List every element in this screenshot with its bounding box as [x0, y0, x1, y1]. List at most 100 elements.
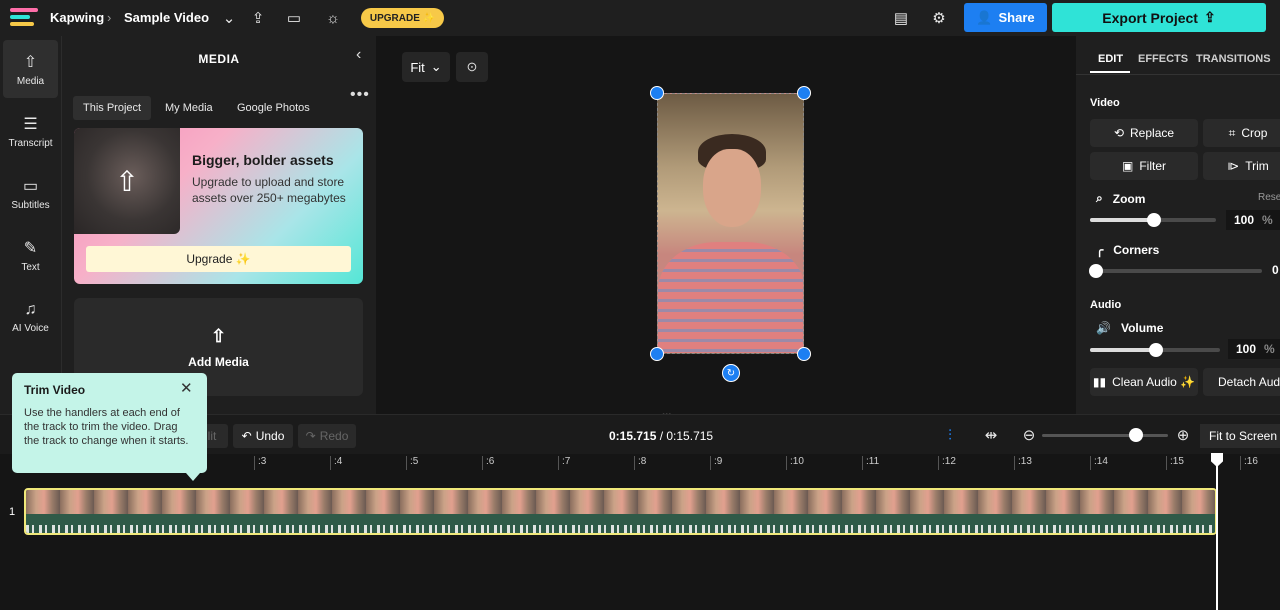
- unlock-icon[interactable]: ⊙: [456, 52, 488, 82]
- snap-icon[interactable]: ⫶: [940, 425, 960, 445]
- chevron-left-icon[interactable]: ‹: [356, 46, 361, 64]
- ruler-tick: :6: [482, 456, 494, 470]
- fit-width-icon[interactable]: ⇹: [981, 425, 1001, 445]
- tab-edit[interactable]: EDIT: [1098, 53, 1123, 65]
- corners-value[interactable]: 0: [1272, 263, 1279, 277]
- zoom-out-icon[interactable]: ⊖: [1019, 425, 1039, 445]
- volume-value-field[interactable]: 100 %: [1228, 339, 1280, 359]
- lightbulb-icon[interactable]: ☼: [323, 8, 343, 28]
- zoom-slider[interactable]: [1090, 213, 1216, 227]
- active-tab-indicator: [1090, 71, 1130, 73]
- clean-audio-button[interactable]: ▮▮ Clean Audio ✨: [1090, 368, 1198, 396]
- ruler-tick: :10: [786, 456, 804, 470]
- zoom-slider-knob[interactable]: [1147, 213, 1161, 227]
- transcript-icon: ☰: [23, 115, 38, 133]
- replace-icon: ⟲: [1113, 126, 1125, 140]
- video-track-clip[interactable]: [24, 488, 1217, 535]
- corners-icon: ╭: [1096, 243, 1104, 257]
- clean-audio-label: Clean Audio ✨: [1112, 375, 1196, 389]
- share-upload-icon[interactable]: ⇪: [248, 8, 268, 28]
- project-name[interactable]: Sample Video: [124, 10, 209, 25]
- ruler-tick: :14: [1090, 456, 1108, 470]
- tab-google-photos[interactable]: Google Photos: [227, 96, 320, 120]
- rotate-handle-icon[interactable]: ↻: [722, 364, 740, 382]
- kapwing-logo-icon[interactable]: [10, 8, 38, 28]
- audio-section-label: Audio: [1090, 299, 1122, 311]
- comments-icon[interactable]: ▤: [891, 8, 911, 28]
- track-number: 1: [9, 506, 16, 518]
- upload-arrow-icon: ⇧: [115, 165, 139, 197]
- video-preview[interactable]: [657, 93, 804, 354]
- left-nav: ⇧ Media ☰ Transcript ▭ Subtitles ✎ Text …: [0, 36, 62, 414]
- more-options-icon[interactable]: •••: [350, 86, 370, 104]
- clean-audio-icon: ▮▮: [1092, 375, 1107, 389]
- tab-effects[interactable]: EFFECTS: [1138, 53, 1188, 65]
- top-bar: Kapwing › Sample Video ⌄ ⇪ ▭ ☼ UPGRADE ✨…: [0, 0, 1280, 36]
- redo-button[interactable]: ↷ Redo: [298, 424, 356, 448]
- ruler-tick: :16: [1240, 456, 1258, 470]
- detach-audio-button[interactable]: Detach Audio: [1203, 368, 1280, 396]
- timeline-zoom-knob[interactable]: [1129, 428, 1143, 442]
- resize-handle-top-right[interactable]: [797, 86, 811, 100]
- replace-button[interactable]: ⟲ Replace: [1090, 119, 1198, 147]
- upgrade-button[interactable]: UPGRADE ✨: [361, 8, 444, 28]
- caption-icon[interactable]: ▭: [284, 8, 304, 28]
- resize-handle-top-left[interactable]: [650, 86, 664, 100]
- share-button[interactable]: 👤 Share: [964, 3, 1047, 32]
- promo-upgrade-button[interactable]: Upgrade ✨: [86, 246, 351, 272]
- redo-icon: ↷: [305, 429, 316, 443]
- chevron-down-icon[interactable]: ⌄: [219, 8, 239, 28]
- nav-ai-voice[interactable]: ♫ AI Voice: [3, 288, 58, 346]
- upgrade-promo-card: ⇧ Bigger, bolder assets Upgrade to uploa…: [74, 128, 363, 284]
- ai-voice-icon: ♫: [24, 300, 37, 318]
- close-icon[interactable]: ✕: [180, 379, 193, 397]
- ruler-tick: :8: [634, 456, 646, 470]
- resize-handle-bottom-right[interactable]: [797, 347, 811, 361]
- zoom-in-icon[interactable]: ⊕: [1173, 425, 1193, 445]
- nav-subtitles[interactable]: ▭ Subtitles: [3, 164, 58, 222]
- crop-button[interactable]: ⌗ Crop: [1203, 119, 1280, 147]
- fit-to-screen-button[interactable]: Fit to Screen: [1200, 424, 1280, 448]
- filter-button[interactable]: ▣ Filter: [1090, 152, 1198, 180]
- upload-icon: ⇧: [210, 325, 227, 346]
- zoom-icon: ⌕: [1096, 191, 1103, 205]
- ruler-tick: :3: [254, 456, 266, 470]
- audio-waveform: [26, 514, 1215, 533]
- nav-subtitles-label: Subtitles: [11, 199, 50, 211]
- replace-label: Replace: [1130, 126, 1175, 140]
- volume-slider-knob[interactable]: [1149, 343, 1163, 357]
- promo-image: ⇧: [74, 128, 180, 234]
- zoom-value: 100: [1234, 213, 1255, 227]
- app-name-link[interactable]: Kapwing: [50, 10, 104, 25]
- playhead[interactable]: [1216, 454, 1218, 610]
- timeline-zoom-slider[interactable]: [1042, 428, 1168, 442]
- corners-slider-knob[interactable]: [1089, 264, 1103, 278]
- zoom-value-field[interactable]: 100 %: [1226, 210, 1280, 230]
- volume-slider[interactable]: [1090, 343, 1220, 357]
- corners-label: Corners: [1113, 243, 1160, 257]
- gear-icon[interactable]: ⚙: [929, 8, 949, 28]
- nav-media[interactable]: ⇧ Media: [3, 40, 58, 98]
- corners-slider[interactable]: [1089, 264, 1262, 278]
- reset-link[interactable]: Reset: [1258, 192, 1280, 203]
- nav-text[interactable]: ✎ Text: [3, 226, 58, 284]
- nav-transcript[interactable]: ☰ Transcript: [3, 102, 58, 160]
- playback-time: 0:15.715 / 0:15.715: [609, 429, 713, 443]
- export-icon: ⇪: [1203, 9, 1216, 25]
- tab-this-project[interactable]: This Project: [73, 96, 152, 120]
- volume-percent: %: [1264, 342, 1275, 356]
- tab-transitions[interactable]: TRANSITIONS: [1196, 53, 1271, 65]
- trim-button[interactable]: ⧐ Trim: [1203, 152, 1280, 180]
- resize-handle-bottom-left[interactable]: [650, 347, 664, 361]
- fit-dropdown[interactable]: Fit ⌄: [402, 52, 450, 82]
- corners-row-label: ╭ Corners: [1096, 243, 1159, 257]
- tab-my-media[interactable]: My Media: [155, 96, 223, 120]
- undo-button[interactable]: ↶ Undo: [233, 424, 293, 448]
- current-time: 0:15.715: [609, 429, 657, 443]
- undo-icon: ↶: [241, 429, 252, 443]
- volume-value: 100: [1236, 342, 1257, 356]
- nav-media-label: Media: [16, 75, 45, 87]
- share-label: Share: [998, 10, 1035, 25]
- nav-ai-voice-label: AI Voice: [12, 322, 49, 334]
- export-project-button[interactable]: Export Project ⇪: [1052, 3, 1266, 32]
